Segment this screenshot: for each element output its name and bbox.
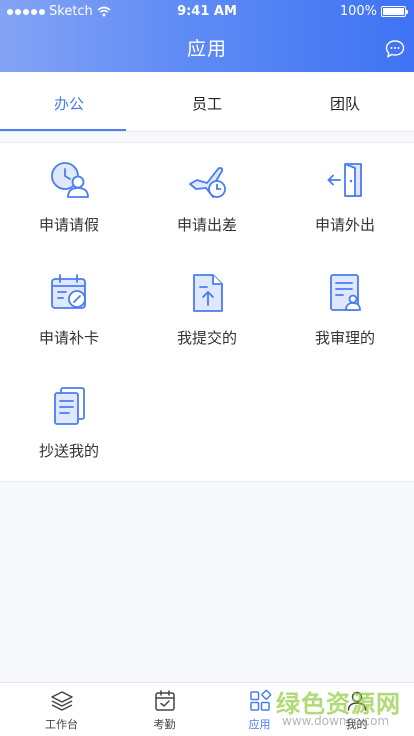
watermark-url: www.downcc.com [282,714,390,728]
app-my-submitted[interactable]: 我提交的 [138,256,276,368]
active-tab-indicator [0,129,126,131]
page-title: 应用 [186,38,227,60]
app-leave-request[interactable]: 申请请假 [0,143,138,255]
app-grid: 申请请假 申请出差 申请外出 申请补卡 我提交的 我审理的 抄送我的 [0,142,414,482]
makeup-punch-icon [51,274,86,309]
app-business-trip[interactable]: 申请出差 [138,143,276,255]
message-icon[interactable] [384,38,406,60]
tabbar-label: 考勤 [153,718,176,731]
app-header: Sketch 9:41 AM 100% 应用 [0,0,414,72]
app-my-approved[interactable]: 我审理的 [276,256,414,368]
leave-request-icon [51,162,89,198]
my-approved-icon [330,274,361,311]
app-cc-me[interactable]: 抄送我的 [0,369,138,481]
tab-office[interactable]: 办公 [0,72,138,132]
app-label: 申请请假 [38,216,99,234]
app-label: 申请外出 [314,216,375,234]
go-out-icon [327,163,362,197]
my-submitted-icon [193,274,223,312]
app-label: 申请补卡 [38,329,99,347]
app-label: 抄送我的 [38,442,99,460]
battery-icon [381,6,408,17]
layers-icon [51,691,73,711]
app-makeup-punch[interactable]: 申请补卡 [0,256,138,368]
app-label: 申请出差 [176,216,237,234]
cc-me-icon [54,387,85,425]
apps-grid-icon [250,689,272,711]
category-tabs: 办公 员工 团队 [0,72,414,132]
app-go-out[interactable]: 申请外出 [276,143,414,255]
tab-team[interactable]: 团队 [276,72,414,132]
tab-staff[interactable]: 员工 [138,72,276,132]
app-label: 我审理的 [314,329,375,347]
tabbar-workbench[interactable]: 工作台 [10,683,113,736]
battery-percent: 100% [339,4,377,19]
tabbar-label: 工作台 [45,718,78,731]
battery-status: 100% [339,4,408,19]
business-trip-icon [189,167,226,198]
tabbar-attendance[interactable]: 考勤 [113,683,216,736]
calendar-check-icon [155,690,175,711]
status-bar: Sketch 9:41 AM 100% [0,0,414,24]
site-watermark: 绿色资源网 www.downcc.com [276,682,414,736]
app-label: 我提交的 [176,329,237,347]
